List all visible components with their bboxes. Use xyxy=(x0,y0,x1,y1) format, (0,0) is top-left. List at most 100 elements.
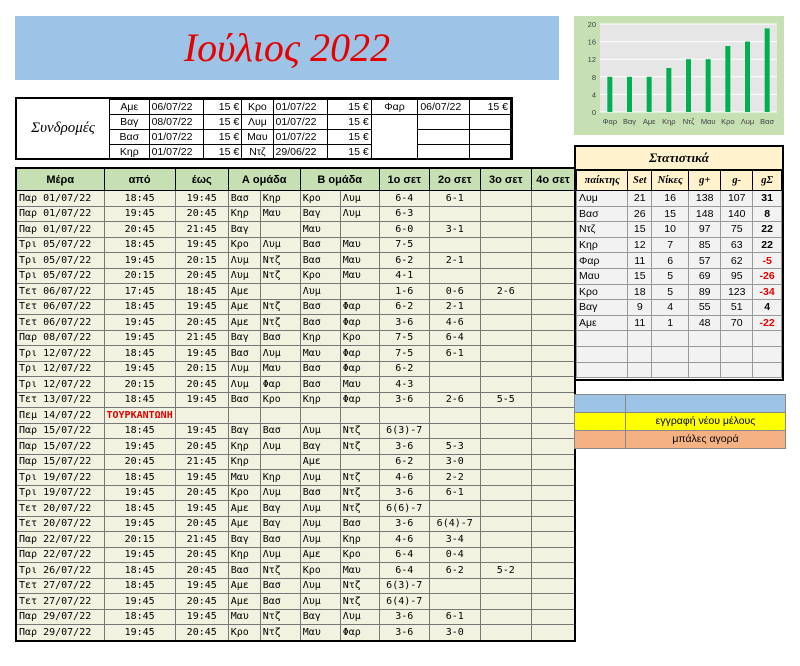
subscription-cell: Κρο xyxy=(241,99,274,115)
schedule-row: Τετ 06/07/22 19:45 20:45 Αμε Ντζ Βασ Φαρ 3-6 4-6 xyxy=(15,314,576,331)
color-legend: εγγραφή νέου μέλους μπάλες αγορά xyxy=(574,394,786,449)
schedule-cell: Βασ xyxy=(259,593,301,610)
schedule-cell xyxy=(174,407,229,424)
schedule-cell: Λυμ xyxy=(299,422,341,439)
subscription-cell: Λυμ xyxy=(241,114,274,130)
schedule-cell xyxy=(530,236,576,253)
schedule-cell: Βασ xyxy=(259,531,301,548)
stats-cell: 21 xyxy=(627,190,653,207)
schedule-row: Παρ 29/07/22 18:45 19:45 Μαυ Ντζ Βαγ Λυμ 3-6 6-1 xyxy=(15,608,576,625)
schedule-row: Τρι 05/07/22 20:15 20:45 Λυμ Ντζ Κρο Μαυ 4-1 xyxy=(15,267,576,284)
schedule-cell xyxy=(530,391,576,408)
subscription-cell: 01/07/22 xyxy=(272,114,329,130)
column-header: έως xyxy=(174,167,229,191)
schedule-cell: Φαρ xyxy=(339,314,380,331)
schedule-cell: 20:15 xyxy=(174,360,229,377)
schedule-cell: 19:45 xyxy=(103,624,176,641)
schedule-cell: 2-1 xyxy=(428,298,481,315)
schedule-cell: 4-6 xyxy=(428,314,481,331)
schedule-cell: 20:45 xyxy=(174,314,229,331)
schedule-cell: Παρ 29/07/22 xyxy=(15,608,105,625)
legend-swatch xyxy=(575,413,626,430)
schedule-cell xyxy=(479,252,532,269)
schedule-cell xyxy=(378,407,430,424)
schedule-cell: Παρ 15/07/22 xyxy=(15,453,105,470)
subscriptions-table: Αμε 06/07/22 15 € Κρο 01/07/22 15 € Φαρ 06/07/2… xyxy=(109,99,512,160)
schedule-cell: Κηρ xyxy=(227,453,261,470)
stats-cell: Αμε xyxy=(575,314,629,332)
schedule-cell: Μαυ xyxy=(299,345,341,362)
subscriptions-box: Συνδρομές Αμε 06/07/22 15 € Κρο 01/07/22 15 €… xyxy=(15,97,513,160)
schedule-cell: 19:45 xyxy=(103,593,176,610)
schedule-cell: Βασ xyxy=(259,329,301,346)
schedule-cell xyxy=(479,624,532,641)
schedule-cell: 5-2 xyxy=(479,562,532,579)
schedule-cell: 21:45 xyxy=(174,453,229,470)
x-tick-label: Κρο xyxy=(721,117,734,126)
schedule-cell: Λυμ xyxy=(259,546,301,563)
bar xyxy=(666,68,672,112)
subscription-cell xyxy=(468,129,512,145)
stats-cell: 89 xyxy=(688,283,722,301)
stats-cell: 48 xyxy=(688,314,722,332)
column-header: Β ομάδα xyxy=(299,167,380,191)
schedule-cell: Λυμ xyxy=(299,515,341,532)
stats-cell: 16 xyxy=(651,190,690,207)
schedule-cell: Βασ xyxy=(227,345,261,362)
schedule-row: Παρ 15/07/22 20:45 21:45 Κηρ Αμε 6-2 3-0 xyxy=(15,453,576,470)
schedule-cell xyxy=(479,376,532,393)
schedule-cell: Λυμ xyxy=(339,608,380,625)
stats-cell xyxy=(575,345,629,363)
schedule-cell: Βαγ xyxy=(227,422,261,439)
schedule-cell: Αμε xyxy=(227,593,261,610)
bar xyxy=(646,76,652,112)
schedule-cell: 20:45 xyxy=(174,205,229,222)
schedule-cell xyxy=(259,283,301,300)
schedule-cell: 2-6 xyxy=(428,391,481,408)
schedule-cell: 3-0 xyxy=(428,624,481,641)
schedule-cell: Βασ xyxy=(299,360,341,377)
subscription-cell: 15 € xyxy=(202,99,243,115)
schedule-cell xyxy=(339,453,380,470)
schedule-cell: Βασ xyxy=(227,391,261,408)
schedule-cell: Κηρ xyxy=(299,329,341,346)
schedule-cell: 2-1 xyxy=(428,252,481,269)
schedule-cell: 3-0 xyxy=(428,453,481,470)
schedule-cell: Παρ 15/07/22 xyxy=(15,422,105,439)
schedule-cell xyxy=(530,376,576,393)
schedule-cell: 19:45 xyxy=(174,190,229,207)
schedule-cell: 2-2 xyxy=(428,469,481,486)
schedule-row: Τετ 27/07/22 19:45 20:45 Αμε Βασ Λυμ Ντζ 6(4)-7 xyxy=(15,593,576,610)
stats-column-header: g- xyxy=(720,170,754,191)
schedule-cell xyxy=(479,531,532,548)
schedule-cell: Λυμ xyxy=(259,484,301,501)
schedule-cell xyxy=(530,283,576,300)
schedule-cell: 6-4 xyxy=(428,329,481,346)
schedule-cell: 20:45 xyxy=(174,376,229,393)
schedule-row: Τρι 05/07/22 18:45 19:45 Κρο Λυμ Βασ Μαυ 7-5 xyxy=(15,236,576,253)
subscription-cell: 15 € xyxy=(202,144,243,160)
schedule-cell: Τρι 12/07/22 xyxy=(15,345,105,362)
schedule-cell: 6-2 xyxy=(378,298,430,315)
subscription-cell: 15 € xyxy=(327,129,372,145)
column-header: από xyxy=(103,167,176,191)
schedule-cell: 4-6 xyxy=(378,531,430,548)
stats-empty-row xyxy=(575,330,782,347)
schedule-cell: Βασ xyxy=(299,376,341,393)
schedule-cell: 18:45 xyxy=(103,500,176,517)
schedule-cell: Λυμ xyxy=(299,500,341,517)
schedule-row: Τρι 05/07/22 19:45 20:15 Λυμ Ντζ Βασ Μαυ 6-2 2-1 xyxy=(15,252,576,269)
stats-cell: -5 xyxy=(752,252,782,269)
subscription-cell xyxy=(417,114,470,130)
schedule-row: Τετ 27/07/22 18:45 19:45 Αμε Βασ Λυμ Ντζ 6(3)-7 xyxy=(15,577,576,594)
stats-cell: 15 xyxy=(627,267,653,285)
schedule-cell: 4-1 xyxy=(378,267,430,284)
subscription-cell: Αμε xyxy=(109,99,150,115)
schedule-cell: 2-6 xyxy=(479,283,532,300)
schedule-cell: Τρι 19/07/22 xyxy=(15,484,105,501)
schedule-row: Παρ 22/07/22 20:15 21:45 Βαγ Βασ Λυμ Κηρ 4-6 3-4 xyxy=(15,531,576,548)
schedule-cell xyxy=(530,221,576,238)
schedule-cell: 20:45 xyxy=(174,267,229,284)
stats-cell xyxy=(575,330,629,347)
schedule-cell: Φαρ xyxy=(339,345,380,362)
